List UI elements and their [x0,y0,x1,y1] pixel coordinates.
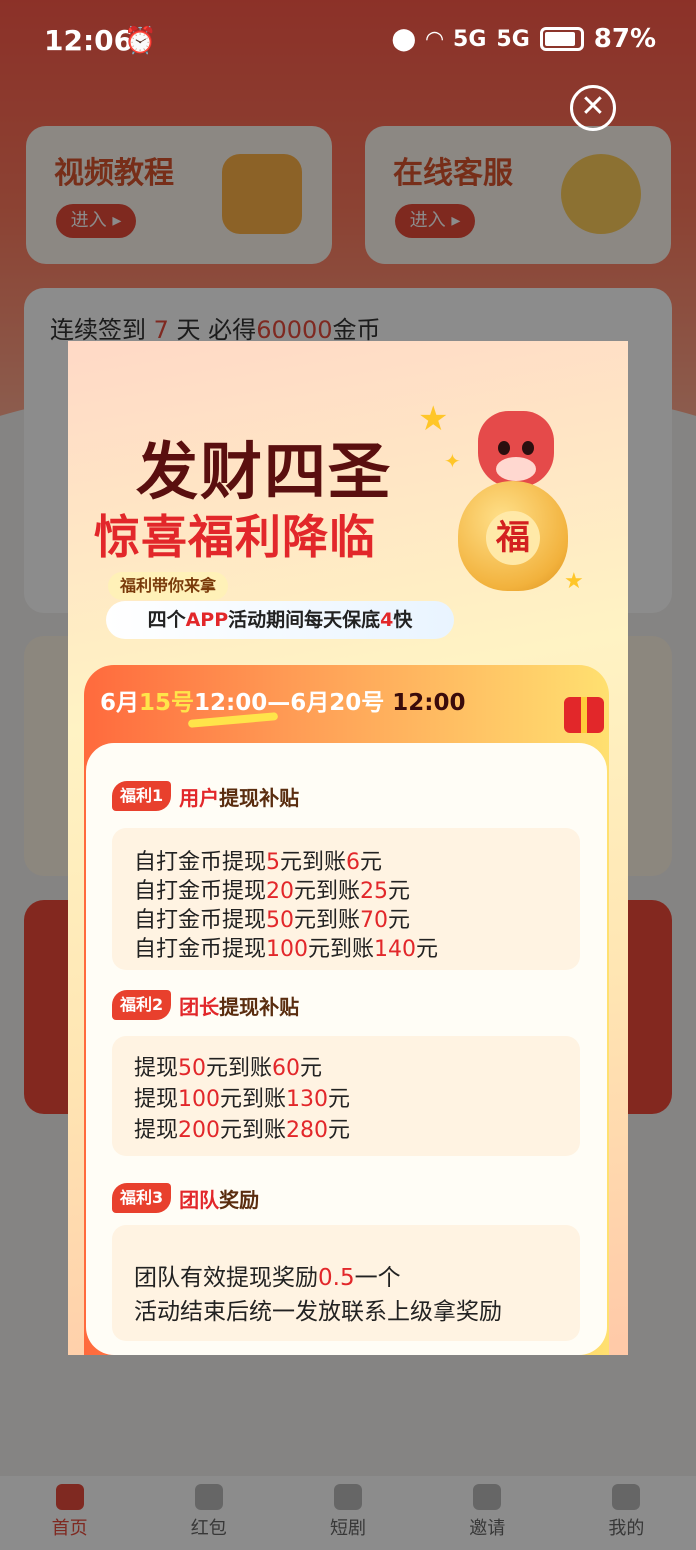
date-p3: 12:00—6月20号 [194,690,385,716]
line-text: 提现 [134,1056,179,1081]
line-text: 元 [360,850,383,875]
benefit-1-title-b: 提现补贴 [219,785,300,810]
line-amount: 50 [178,1056,207,1081]
line-text: 元到账 [294,879,361,904]
star-icon: ★ [564,569,584,594]
horse-mascot-icon [478,411,554,487]
star-icon: ★ [418,399,449,439]
benefit-3-line: 活动结束后统一发放联系上级拿奖励 [134,1292,502,1326]
benefit-1-line: 自打金币提现20元到账25元 [134,873,410,905]
line-text: 自打金币提现 [134,879,267,904]
line-text: 自打金币提现 [134,850,267,875]
line-text: 元 [328,1118,351,1143]
benefit-2-title-b: 提现补贴 [219,994,300,1019]
popup-guarantee-tag: 四个APP活动期间每天保底4快 [106,601,454,639]
benefit-1-title-a: 用户 [179,785,220,810]
benefit-3-tag: 福利3 [112,1183,172,1213]
line-text: 元 [416,937,439,962]
benefit-3-title-b: 奖励 [219,1187,260,1212]
line-amount: 6 [346,850,361,875]
line-text: 提现 [134,1087,179,1112]
wifi-icon: ◠ [426,26,444,52]
benefit-2-line: 提现50元到账60元 [134,1050,322,1082]
lucky-bag-icon: 福 [458,481,568,591]
line-text: 元 [388,879,411,904]
benefit-2-line: 提现100元到账130元 [134,1081,350,1113]
benefit-1-box: 自打金币提现5元到账6元 自打金币提现20元到账25元 自打金币提现50元到账7… [112,828,580,970]
line-text: 团队有效提现奖励 [134,1265,318,1291]
line-amount: 140 [374,937,417,962]
line-text: 自打金币提现 [134,937,267,962]
status-right: ⬤ ◠ 5G 5G 87% [391,24,656,54]
line-amount: 200 [178,1118,221,1143]
line-amount: 70 [360,908,389,933]
status-bar: 12:06 ⏰ ⬤ ◠ 5G 5G 87% [0,0,696,80]
battery-icon [539,27,584,51]
line-text: 活动结束后统一发放联系上级拿奖励 [134,1299,502,1325]
signal-icon-2: 5G [496,26,530,52]
line-amount: 0.5 [318,1265,355,1291]
alarm-icon: ⏰ [124,26,157,56]
line-text: 元到账 [206,1056,273,1081]
line-text: 元 [388,908,411,933]
date-p2: 15号 [139,690,195,716]
benefit-2-header: 福利2 团长提现补贴 [112,990,299,1020]
benefit-2-title-a: 团长 [179,994,220,1019]
line-amount: 50 [266,908,295,933]
benefit-3-title: 团队奖励 [179,1184,259,1213]
line-amount: 130 [286,1087,329,1112]
benefit-2-tag: 福利2 [112,990,172,1020]
line-text: 一个 [354,1265,401,1291]
benefit-2-line: 提现200元到账280元 [134,1112,350,1144]
benefit-1-line: 自打金币提现100元到账140元 [134,931,438,963]
line-amount: 100 [266,937,309,962]
location-icon: ⬤ [391,26,417,52]
line-text: 元到账 [220,1087,287,1112]
battery-percent: 87% [593,24,656,54]
line-amount: 5 [266,850,281,875]
promo-popup: ★ ✦ 福 ★ 发财四圣 惊喜福利降临 福利带你来拿 四个APP活动期间每天保底… [68,341,628,1355]
benefit-1-line: 自打金币提现5元到账6元 [134,844,382,876]
activity-date: 6月15号12:00—6月20号 12:00 [100,683,465,717]
date-p1: 6月 [100,690,140,716]
popup-subtitle: 惊喜福利降临 [94,510,376,564]
guarantee-app: APP [185,609,229,631]
benefit-1-line: 自打金币提现50元到账70元 [134,902,410,934]
benefit-3-header: 福利3 团队奖励 [112,1183,259,1213]
line-text: 提现 [134,1118,179,1143]
benefit-2-box: 提现50元到账60元 提现100元到账130元 提现200元到账280元 [112,1036,580,1156]
popup-title: 发财四圣 [136,435,393,508]
line-text: 元到账 [280,850,347,875]
line-amount: 280 [286,1118,329,1143]
line-text: 元到账 [294,908,361,933]
bag-character: 福 [486,511,540,565]
popup-small-tag: 福利带你来拿 [108,572,229,600]
benefit-3-box: 团队有效提现奖励0.5一个 活动结束后统一发放联系上级拿奖励 [112,1225,580,1341]
line-text: 元 [300,1056,323,1081]
line-text: 元到账 [308,937,375,962]
line-amount: 25 [360,879,389,904]
date-p4: 12:00 [384,690,466,716]
line-amount: 100 [178,1087,221,1112]
guarantee-amount: 4 [380,609,394,631]
gift-icon [564,697,604,733]
benefit-1-title: 用户提现补贴 [179,782,299,811]
line-text: 元 [328,1087,351,1112]
signal-icon-1: 5G [453,26,487,52]
line-amount: 60 [272,1056,301,1081]
guarantee-p3: 活动期间每天保底 [228,609,381,631]
benefit-1-header: 福利1 用户提现补贴 [112,781,299,811]
guarantee-p5: 快 [393,609,413,631]
close-icon[interactable]: ✕ [570,85,616,131]
status-time: 12:06 [44,24,134,57]
sparkle-icon: ✦ [444,449,461,473]
benefit-1-tag: 福利1 [112,781,172,811]
line-text: 元到账 [220,1118,287,1143]
guarantee-p1: 四个 [147,609,186,631]
line-text: 自打金币提现 [134,908,267,933]
line-amount: 20 [266,879,295,904]
benefit-3-title-a: 团队 [179,1187,220,1212]
benefit-2-title: 团长提现补贴 [179,991,299,1020]
benefit-3-line: 团队有效提现奖励0.5一个 [134,1258,401,1292]
